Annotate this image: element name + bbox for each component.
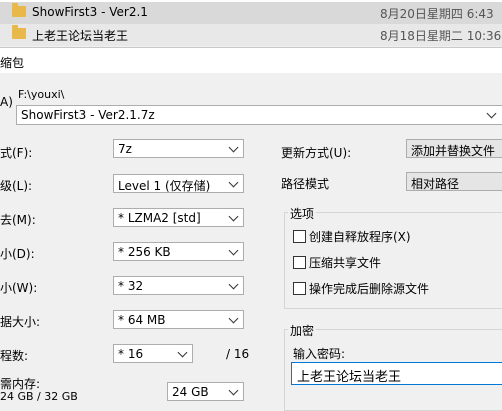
archive-name-combo[interactable]: ShowFirst3 - Ver2.1.7z <box>16 105 502 125</box>
chevron-down-icon[interactable] <box>228 279 239 290</box>
file-row[interactable]: 上老王论坛当老王 8月18日星期二 10:36 <box>0 24 502 46</box>
threads-combo[interactable]: * 16 <box>113 344 193 363</box>
option-delete-label: 操作完成后删除源文件 <box>309 282 430 296</box>
chevron-down-icon[interactable] <box>228 142 239 153</box>
word-size-label: 小(W): <box>0 281 38 295</box>
update-mode-label: 更新方式(U): <box>281 146 352 160</box>
dictionary-combo[interactable]: * 256 KB <box>113 242 244 261</box>
update-mode-combo[interactable]: 添加并替换文件 <box>406 139 502 158</box>
method-value: * LZMA2 [std] <box>118 211 201 225</box>
chevron-down-icon[interactable] <box>228 177 239 188</box>
checkbox-sfx[interactable] <box>293 230 306 243</box>
format-combo[interactable]: 7z <box>113 139 244 158</box>
update-mode-value: 添加并替换文件 <box>411 144 496 158</box>
file-name: ShowFirst3 - Ver2.1 <box>32 5 148 19</box>
path-mode-combo[interactable]: 相对路径 <box>406 172 502 191</box>
file-name: 上老王论坛当老王 <box>32 29 129 43</box>
archive-label: A) <box>0 95 13 109</box>
chevron-down-icon[interactable] <box>228 245 239 256</box>
archive-name-value: ShowFirst3 - Ver2.1.7z <box>21 108 155 122</box>
compress-dialog: A) F:\youxi\ ShowFirst3 - Ver2.1.7z 式(F)… <box>0 73 502 411</box>
options-title: 选项 <box>288 205 317 222</box>
word-size-combo[interactable]: * 32 <box>113 276 244 295</box>
threads-label: 程数: <box>0 349 29 363</box>
file-date: 8月18日星期二 10:36 <box>380 29 502 43</box>
checkbox-shared[interactable] <box>293 256 306 269</box>
dialog-title: 缩包 <box>0 56 25 70</box>
word-size-value: * 32 <box>118 279 144 293</box>
file-list: ShowFirst3 - Ver2.1 8月20日星期四 6:43 上老王论坛当… <box>0 0 502 46</box>
dictionary-label: 小(D): <box>0 247 35 261</box>
threads-value: * 16 <box>118 347 144 361</box>
solid-block-label: 据大小: <box>0 315 41 329</box>
chevron-down-icon[interactable] <box>486 108 497 119</box>
option-sfx-label: 创建自释放程序(X) <box>309 230 411 244</box>
password-label: 输入密码: <box>293 347 346 361</box>
dictionary-value: * 256 KB <box>118 245 171 259</box>
checkbox-delete[interactable] <box>293 282 306 295</box>
chevron-down-icon[interactable] <box>228 211 239 222</box>
file-row[interactable]: ShowFirst3 - Ver2.1 8月20日星期四 6:43 <box>0 2 502 24</box>
folder-icon <box>12 3 26 17</box>
encryption-title: 加密 <box>288 322 317 339</box>
format-label: 式(F): <box>0 146 33 160</box>
level-value: Level 1 (仅存储) <box>118 179 211 193</box>
folder-icon <box>12 25 26 39</box>
dialog-titlebar[interactable]: 缩包 <box>0 47 502 74</box>
memory-value: 24 GB <box>172 385 209 399</box>
password-value: 上老王论坛当老王 <box>297 370 402 385</box>
memory-combo[interactable]: 24 GB <box>167 382 244 401</box>
option-shared-label: 压缩共享文件 <box>309 256 382 270</box>
memory-detail: 24 GB / 32 GB <box>0 390 78 403</box>
method-label: 去(M): <box>0 213 36 227</box>
chevron-down-icon[interactable] <box>177 347 188 358</box>
level-combo[interactable]: Level 1 (仅存储) <box>113 174 244 193</box>
chevron-down-icon[interactable] <box>228 385 239 396</box>
solid-block-value: * 64 MB <box>118 313 166 327</box>
threads-max: / 16 <box>226 347 250 361</box>
format-value: 7z <box>118 142 132 156</box>
method-combo[interactable]: * LZMA2 [std] <box>113 208 244 227</box>
solid-block-combo[interactable]: * 64 MB <box>113 310 244 329</box>
archive-path: F:\youxi\ <box>18 88 65 101</box>
chevron-down-icon[interactable] <box>228 313 239 324</box>
level-label: 级(L): <box>0 179 33 193</box>
path-mode-value: 相对路径 <box>411 177 460 191</box>
password-input[interactable]: 上老王论坛当老王 <box>291 362 502 385</box>
path-mode-label: 路径模式 <box>281 177 330 191</box>
file-date: 8月20日星期四 6:43 <box>380 7 494 21</box>
